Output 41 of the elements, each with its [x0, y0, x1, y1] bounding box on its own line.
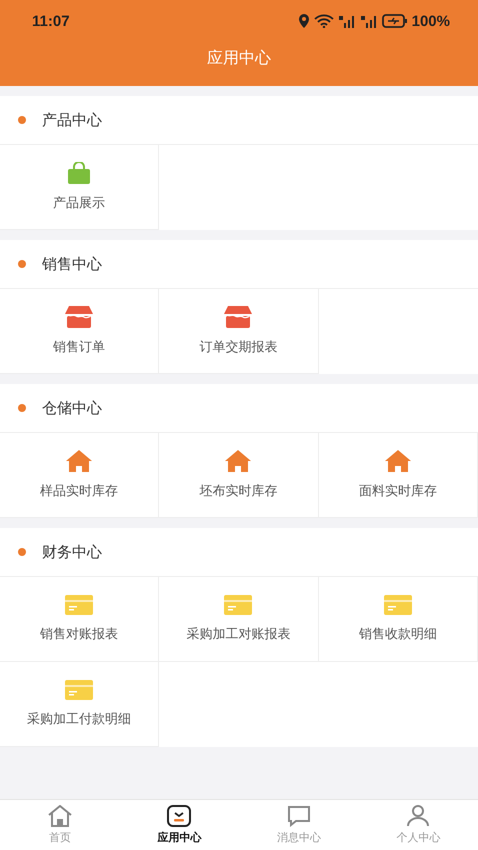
- home-icon: [46, 805, 73, 827]
- app-tile[interactable]: 坯布实时库存: [159, 433, 319, 518]
- signal-icon: [338, 14, 356, 28]
- battery-icon: [382, 14, 408, 28]
- bag-icon: [66, 162, 92, 184]
- section-title: 财务中心: [42, 542, 102, 562]
- app-tile[interactable]: 产品展示: [0, 145, 160, 230]
- app-tile[interactable]: 面料实时库存: [318, 433, 478, 518]
- page-title: 应用中心: [206, 48, 272, 69]
- location-icon: [298, 14, 310, 28]
- app-tile[interactable]: 销售收款明细: [318, 577, 478, 662]
- app-tile[interactable]: 订单交期报表: [159, 289, 319, 374]
- card-icon: [65, 595, 94, 615]
- card-icon: [384, 595, 412, 615]
- house-icon: [66, 450, 92, 472]
- bullet-icon: [18, 404, 26, 412]
- card-icon: [224, 595, 252, 615]
- app-tile[interactable]: 采购加工对账报表: [159, 577, 319, 662]
- house-icon: [384, 450, 411, 472]
- app-tile[interactable]: 采购加工付款明细: [0, 662, 160, 747]
- app-tile[interactable]: 销售订单: [0, 289, 160, 374]
- nav-tab[interactable]: 应用中心: [120, 800, 239, 850]
- status-time: 11:07: [32, 12, 70, 30]
- box-icon: [65, 306, 94, 328]
- section-title: 仓储中心: [42, 398, 102, 418]
- app-tile[interactable]: 样品实时库存: [0, 433, 160, 518]
- apps-icon: [167, 805, 192, 827]
- box-icon: [224, 306, 252, 328]
- house-icon: [225, 450, 252, 472]
- battery-percent: 100%: [412, 12, 450, 30]
- chat-icon: [286, 805, 311, 827]
- wifi-icon: [314, 14, 334, 28]
- app-tile[interactable]: 销售对账报表: [0, 577, 160, 662]
- section-title: 销售中心: [42, 254, 102, 274]
- bullet-icon: [18, 116, 26, 124]
- person-icon: [406, 805, 430, 827]
- signal-icon: [360, 14, 378, 28]
- card-icon: [65, 680, 94, 700]
- bullet-icon: [18, 548, 26, 556]
- bullet-icon: [18, 260, 26, 268]
- section-title: 产品中心: [42, 110, 102, 130]
